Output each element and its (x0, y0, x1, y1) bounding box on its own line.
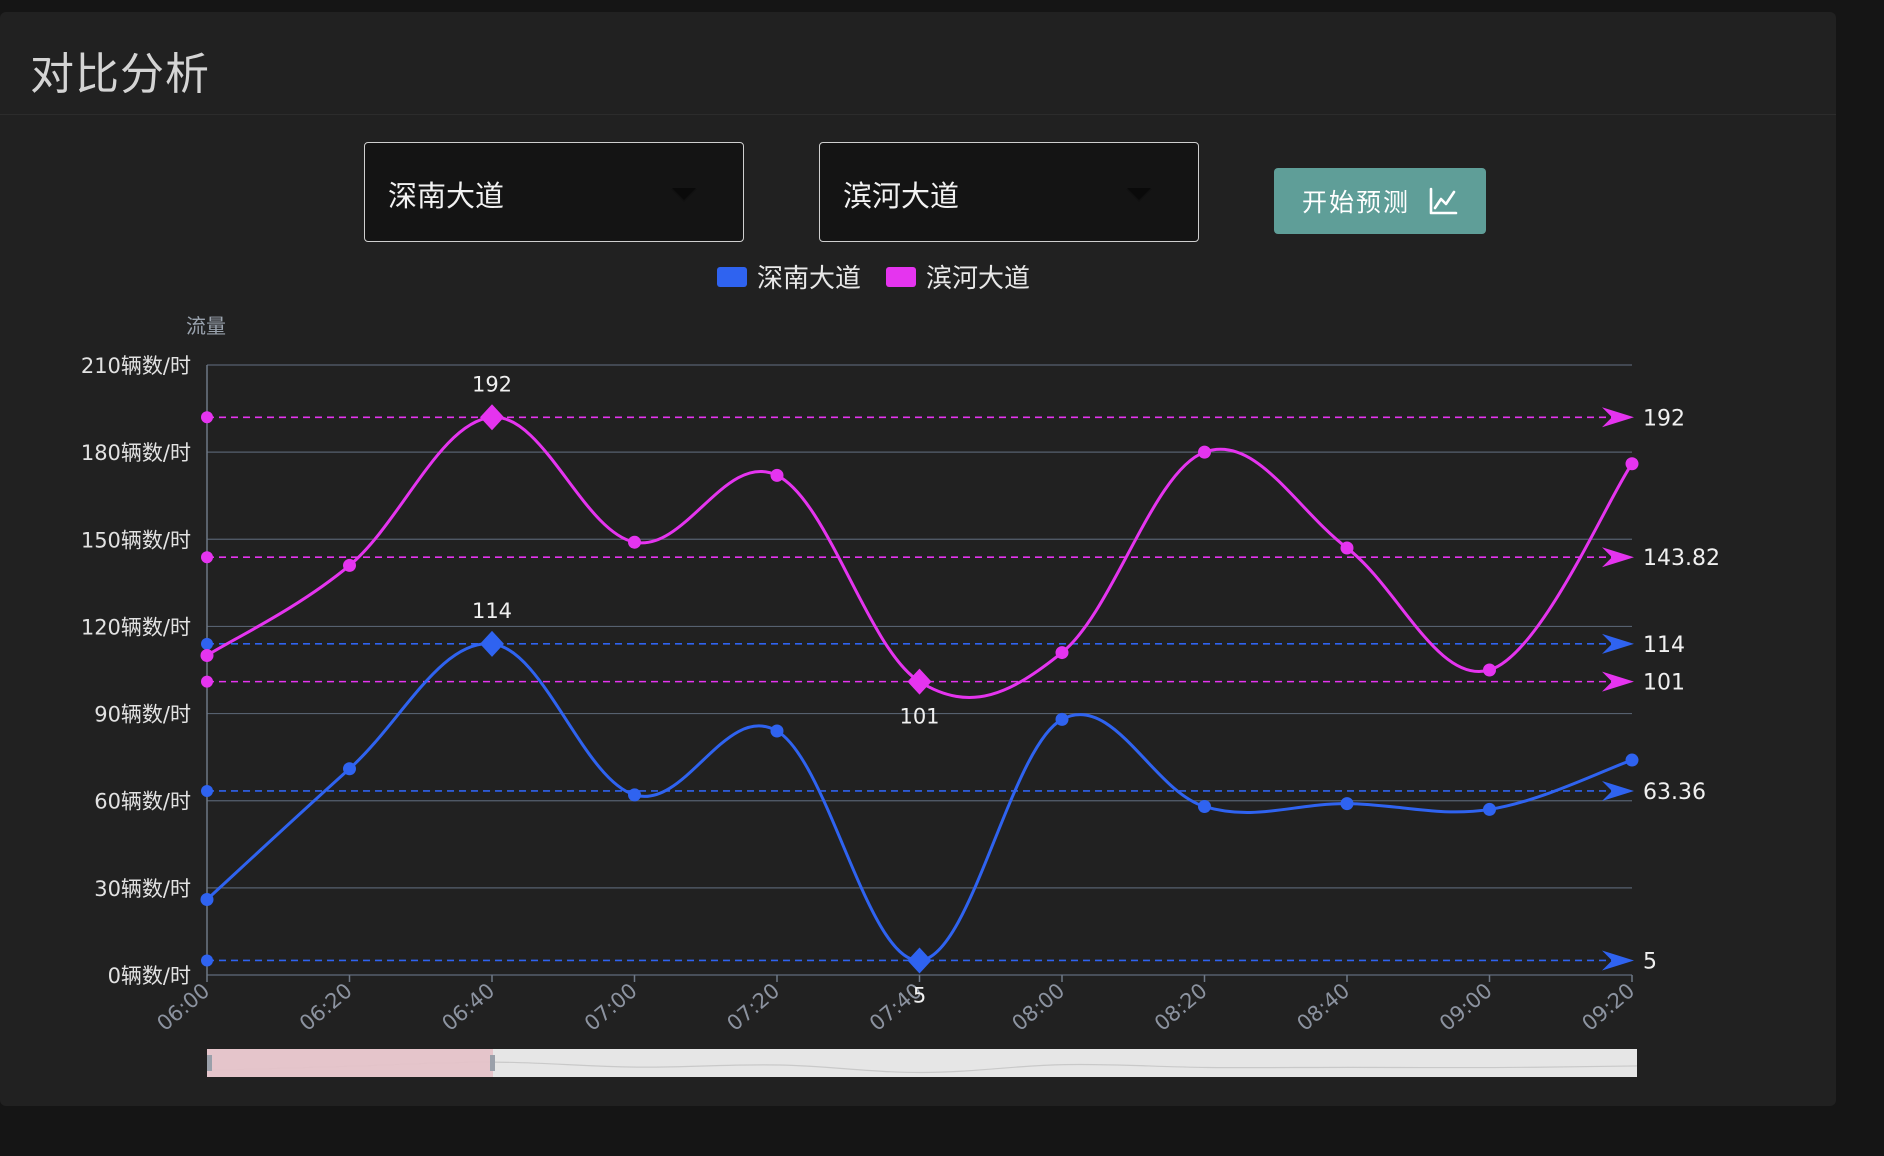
mark-line-max-start (201, 637, 213, 650)
mark-line-max-label: 114 (1643, 633, 1685, 658)
mark-line-min-label: 101 (1643, 671, 1685, 696)
data-point (1625, 753, 1639, 767)
mark-line-min-start (201, 675, 213, 688)
y-tick-label: 30辆数/时 (94, 877, 191, 901)
min-point-label: 5 (913, 983, 926, 1007)
x-tick-label: 06:40 (437, 978, 499, 1035)
data-point (343, 762, 356, 776)
mark-line-average-start (201, 784, 213, 797)
x-tick-label: 08:00 (1007, 978, 1069, 1035)
mark-line-max-label: 192 (1643, 406, 1685, 431)
min-point-marker (907, 668, 932, 695)
y-tick-label: 180辆数/时 (81, 441, 191, 465)
mark-line-min-label: 5 (1643, 949, 1657, 974)
data-point (1483, 663, 1496, 677)
mark-line-max-start (201, 411, 213, 424)
mark-line-min-start (201, 954, 213, 967)
mark-line-average-start (201, 551, 213, 564)
mark-line-average-arrow (1602, 780, 1634, 801)
max-point-marker (480, 630, 504, 657)
mark-line-max-arrow (1602, 407, 1634, 428)
x-tick-label: 09:20 (1577, 978, 1639, 1035)
x-tick-label: 06:20 (295, 978, 357, 1035)
y-tick-label: 0辆数/时 (108, 964, 191, 988)
data-point (1198, 445, 1211, 459)
max-point-label: 192 (472, 372, 512, 396)
legend-label: 滨河大道 (926, 264, 1030, 294)
data-point (1340, 797, 1354, 811)
x-tick-label: 07:20 (722, 978, 784, 1035)
data-zoom-handle-right[interactable] (490, 1055, 495, 1071)
x-tick-label: 09:00 (1435, 978, 1497, 1035)
y-axis-title: 流量 (186, 314, 226, 338)
data-point (1625, 457, 1639, 471)
data-point (628, 535, 641, 549)
mark-line-average-label: 143.82 (1643, 546, 1720, 571)
max-point-marker (480, 404, 504, 431)
data-point (1483, 802, 1496, 816)
traffic-comparison-chart: 0辆数/时 30辆数/时 60辆数/时 90辆数/时 120辆数/时 150辆数/时 180… (81, 264, 1720, 1077)
data-point (1055, 646, 1069, 660)
y-tick-label: 60辆数/时 (94, 790, 191, 814)
y-tick-label: 90辆数/时 (94, 703, 191, 727)
y-tick-label: 210辆数/时 (81, 354, 191, 378)
data-point (1055, 712, 1069, 726)
data-point (343, 558, 356, 572)
legend-swatch (717, 267, 747, 287)
data-point (770, 468, 784, 482)
min-point-label: 101 (899, 705, 939, 729)
data-point (1198, 800, 1211, 814)
data-point (1340, 541, 1354, 555)
mark-line-min-arrow (1602, 671, 1634, 692)
mark-line-min-arrow (1602, 950, 1634, 971)
data-zoom-window[interactable] (207, 1049, 493, 1077)
max-point-label: 114 (472, 599, 512, 623)
y-tick-label: 120辆数/时 (81, 615, 191, 639)
data-point (770, 724, 784, 738)
data-point (200, 892, 214, 906)
y-tick-label: 150辆数/时 (81, 528, 191, 552)
legend-swatch (886, 267, 916, 287)
data-point (628, 788, 641, 802)
data-point (200, 648, 214, 662)
legend-label: 深南大道 (757, 264, 861, 294)
x-tick-label: 08:40 (1292, 978, 1354, 1035)
x-tick-label: 07:00 (580, 978, 642, 1035)
mark-line-average-label: 63.36 (1643, 780, 1706, 805)
min-point-marker (907, 947, 932, 974)
mark-line-average-arrow (1602, 547, 1634, 568)
mark-line-max-arrow (1602, 633, 1634, 654)
data-zoom-handle-left[interactable] (207, 1055, 212, 1071)
x-tick-label: 08:20 (1150, 978, 1212, 1035)
